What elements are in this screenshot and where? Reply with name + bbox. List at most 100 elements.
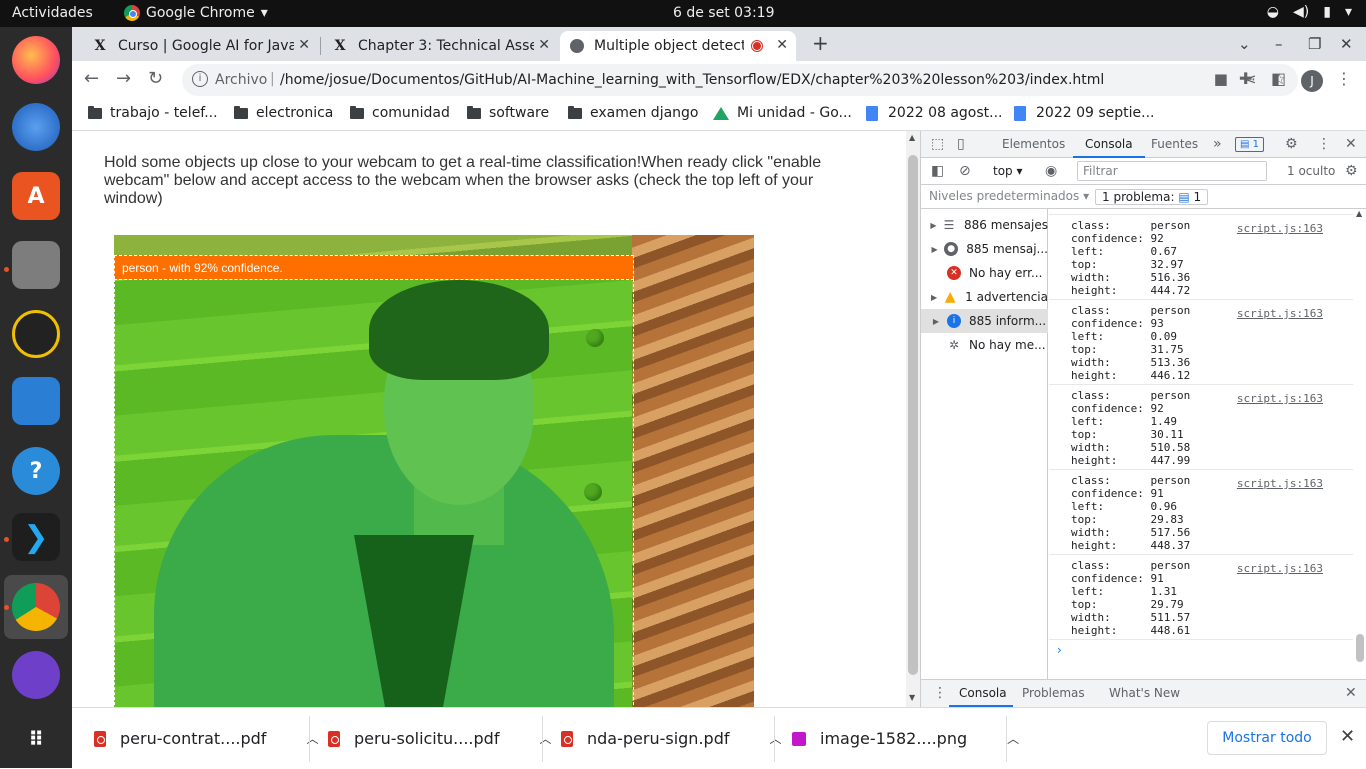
sidebar-item-user-messages[interactable]: ▶ ● 885 mensaj... bbox=[921, 237, 1048, 261]
source-link[interactable]: script.js:163 bbox=[1237, 562, 1323, 575]
scrollbar-thumb[interactable] bbox=[1356, 634, 1364, 662]
address-bar[interactable]: i Archivo | /home/josue/Documentos/GitHu… bbox=[182, 64, 1298, 96]
drawer-tab-problems[interactable]: Problemas bbox=[1022, 686, 1085, 700]
download-item[interactable]: peru-solicitu....pdf ︿ bbox=[328, 708, 551, 769]
bookmark-2022-08[interactable]: 2022 08 agost... bbox=[866, 105, 1003, 121]
close-icon[interactable]: ✕ bbox=[776, 37, 788, 53]
source-link[interactable]: script.js:163 bbox=[1237, 222, 1323, 235]
scrollbar-thumb[interactable] bbox=[908, 155, 918, 675]
maximize-button[interactable]: ❐ bbox=[1308, 35, 1321, 53]
sidebar-item-verbose[interactable]: ✲ No hay me... bbox=[921, 333, 1048, 357]
tab-console[interactable]: Consola bbox=[1085, 137, 1133, 151]
sidebar-item-errors[interactable]: ✕ No hay err... bbox=[921, 261, 1048, 285]
bookmark-trabajo[interactable]: trabajo - telef... bbox=[88, 105, 218, 121]
minimize-button[interactable]: – bbox=[1275, 35, 1283, 53]
new-tab-button[interactable]: + bbox=[812, 31, 829, 55]
avatar[interactable]: J bbox=[1301, 70, 1323, 92]
sidebar-item-warnings[interactable]: ▶ ▲ 1 advertencia bbox=[921, 285, 1048, 309]
intro-text: Hold some objects up close to your webca… bbox=[104, 154, 822, 207]
files-icon[interactable] bbox=[12, 241, 60, 289]
scroll-up-icon[interactable]: ▲ bbox=[909, 133, 915, 142]
kebab-menu-icon[interactable]: ⋮ bbox=[1336, 69, 1352, 88]
thunderbird-icon[interactable] bbox=[12, 103, 60, 151]
console-scrollbar[interactable]: ▲ bbox=[1353, 209, 1366, 679]
source-link[interactable]: script.js:163 bbox=[1237, 307, 1323, 320]
kebab-menu-icon[interactable]: ⋮ bbox=[1317, 136, 1331, 152]
bookmark-comunidad[interactable]: comunidad bbox=[350, 105, 450, 121]
writer-icon[interactable] bbox=[12, 377, 60, 425]
bookmark-2022-09[interactable]: 2022 09 septie... bbox=[1014, 105, 1154, 121]
download-item[interactable]: image-1582....png ︿ bbox=[792, 708, 1019, 769]
problems-button[interactable]: 1 problema: ▤ 1 bbox=[1095, 189, 1209, 205]
issues-badge[interactable]: ▤ 1 bbox=[1235, 137, 1265, 152]
chrome-icon[interactable] bbox=[12, 583, 60, 631]
sidebar-item-info[interactable]: ▶ i 885 inform... bbox=[921, 309, 1048, 333]
help-icon[interactable]: ? bbox=[12, 447, 60, 495]
context-selector[interactable]: top ▾ bbox=[993, 164, 1023, 178]
back-arrow-icon[interactable]: ← bbox=[84, 68, 99, 89]
sidebar-item-all-messages[interactable]: ▶ ☰ 886 mensajes bbox=[921, 213, 1048, 237]
tab-chapter3[interactable]: X Chapter 3: Technical Asse ✕ bbox=[322, 31, 558, 61]
software-center-icon[interactable]: A bbox=[12, 172, 60, 220]
eye-icon[interactable]: ◉ bbox=[1045, 163, 1057, 179]
tab-sources[interactable]: Fuentes bbox=[1151, 137, 1198, 151]
close-icon[interactable]: ✕ bbox=[1345, 136, 1357, 152]
page-content: Hold some objects up close to your webca… bbox=[72, 131, 906, 707]
rhythmbox-icon[interactable] bbox=[12, 310, 60, 358]
window-close-button[interactable]: ✕ bbox=[1340, 35, 1353, 53]
source-link[interactable]: script.js:163 bbox=[1237, 477, 1323, 490]
bookmark-mi-unidad[interactable]: Mi unidad - Go... bbox=[713, 105, 852, 121]
more-tabs-icon[interactable]: » bbox=[1213, 136, 1222, 152]
reload-icon[interactable]: ↻ bbox=[148, 68, 163, 89]
url-text[interactable]: /home/josue/Documentos/GitHub/AI-Machine… bbox=[280, 72, 1104, 88]
source-link[interactable]: script.js:163 bbox=[1237, 392, 1323, 405]
chevron-up-icon[interactable]: ︿ bbox=[1007, 730, 1019, 747]
bookmark-examen-django[interactable]: examen django bbox=[568, 105, 699, 121]
download-item[interactable]: nda-peru-sign.pdf ︿ bbox=[561, 708, 782, 769]
tab-multiple-object-detection[interactable]: Multiple object detecti ✕ bbox=[560, 31, 796, 61]
clear-console-icon[interactable]: ⊘ bbox=[959, 163, 971, 179]
sidebar-toggle-icon[interactable]: ◧ bbox=[931, 163, 944, 179]
info-icon[interactable]: i bbox=[192, 71, 208, 87]
activities-button[interactable]: Actividades bbox=[12, 5, 93, 21]
settings-gear-icon[interactable]: ⚙ bbox=[1345, 163, 1358, 179]
list-icon: ☰ bbox=[943, 218, 955, 232]
forward-arrow-icon[interactable]: → bbox=[116, 68, 131, 89]
show-apps-icon[interactable]: ⠿ bbox=[12, 715, 60, 763]
scroll-down-icon[interactable]: ▼ bbox=[909, 693, 915, 702]
camera-icon[interactable]: ■ bbox=[1214, 70, 1228, 88]
show-all-button[interactable]: Mostrar todo bbox=[1207, 721, 1327, 755]
tab-elements[interactable]: Elementos bbox=[1002, 137, 1065, 151]
console-prompt-icon[interactable]: › bbox=[1057, 643, 1062, 657]
tab-search-icon[interactable]: ⌄ bbox=[1238, 35, 1251, 53]
close-icon[interactable]: ✕ bbox=[298, 37, 310, 53]
log-levels-dropdown[interactable]: Niveles predeterminados ▾ bbox=[929, 189, 1089, 203]
close-icon[interactable]: ✕ bbox=[538, 37, 550, 53]
settings-gear-icon[interactable]: ⚙ bbox=[1285, 136, 1298, 152]
download-item[interactable]: peru-contrat....pdf ︿ bbox=[94, 708, 318, 769]
filter-input[interactable]: Filtrar bbox=[1077, 161, 1267, 181]
drawer-tab-console[interactable]: Consola bbox=[959, 686, 1007, 700]
device-toolbar-icon[interactable]: ▯ bbox=[957, 136, 965, 152]
system-tray[interactable]: ◒ ◀) ▮ ▾ bbox=[1267, 4, 1352, 20]
bookmark-electronica[interactable]: electronica bbox=[234, 105, 333, 121]
bookmark-software[interactable]: software bbox=[467, 105, 549, 121]
drawer-menu-icon[interactable]: ⋮ bbox=[933, 685, 947, 701]
close-icon[interactable]: ✕ bbox=[1340, 726, 1355, 747]
clock[interactable]: 6 de set 03:19 bbox=[673, 5, 775, 21]
chevron-up-icon[interactable]: ︿ bbox=[769, 730, 781, 747]
firefox-icon[interactable] bbox=[12, 36, 60, 84]
side-panel-icon[interactable]: ◧ bbox=[1271, 69, 1286, 88]
image-file-icon bbox=[792, 731, 806, 746]
scroll-up-icon[interactable]: ▲ bbox=[1356, 209, 1362, 218]
github-desktop-icon[interactable] bbox=[12, 651, 60, 699]
inspect-icon[interactable]: ⬚ bbox=[931, 136, 944, 152]
vscode-icon[interactable]: ❯ bbox=[12, 513, 60, 561]
extensions-icon[interactable]: ✚ bbox=[1239, 69, 1252, 88]
drawer-tab-whats-new[interactable]: What's New bbox=[1109, 686, 1180, 700]
console-output: class: person confidence: 92 left: 0.67 … bbox=[1049, 209, 1353, 679]
page-scrollbar[interactable]: ▲ ▼ bbox=[906, 131, 920, 707]
tab-curso[interactable]: X Curso | Google AI for Java ✕ bbox=[82, 31, 318, 61]
close-icon[interactable]: ✕ bbox=[1345, 685, 1357, 701]
app-menu[interactable]: Google Chrome ▾ bbox=[124, 5, 268, 21]
